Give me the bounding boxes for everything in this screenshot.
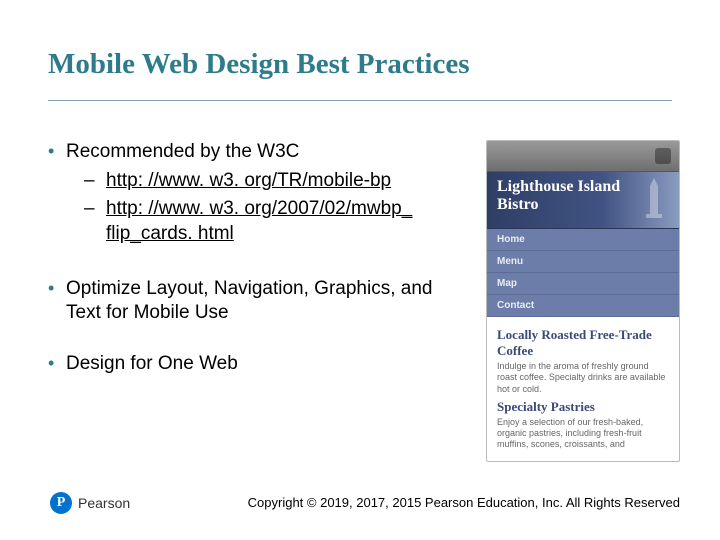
bullet-one-web: • Design for One Web — [48, 352, 468, 377]
bullet-dot-icon: • — [48, 277, 66, 326]
sublist: – http: //www. w3. org/TR/mobile-bp – ht… — [84, 169, 468, 247]
bullet-w3c-text: Recommended by the W3C — [66, 141, 299, 162]
sublink-1: – http: //www. w3. org/TR/mobile-bp — [84, 169, 468, 194]
nav-map[interactable]: Map — [487, 273, 679, 295]
hero-line2: Bistro — [497, 196, 538, 213]
bullet-w3c: • Recommended by the W3C – http: //www. … — [48, 140, 468, 251]
title-underline — [48, 100, 672, 101]
dash-icon: – — [84, 197, 106, 246]
nav-menu[interactable]: Menu — [487, 251, 679, 273]
phone-statusbar — [487, 141, 679, 172]
link-mobile-bp[interactable]: http: //www. w3. org/TR/mobile-bp — [106, 170, 391, 191]
phone-hero: Lighthouse Island Bistro — [487, 172, 679, 229]
pearson-logo: P Pearson — [50, 492, 130, 514]
bullet-dot-icon: • — [48, 352, 66, 377]
link-mwbp-line1[interactable]: http: //www. w3. org/2007/02/mwbp_ — [106, 198, 412, 219]
bullet-optimize-text: Optimize Layout, Navigation, Graphics, a… — [66, 277, 468, 326]
dash-icon: – — [84, 169, 106, 194]
bullet-dot-icon: • — [48, 140, 66, 251]
lighthouse-icon — [637, 176, 671, 218]
phone-body: Locally Roasted Free-Trade Coffee Indulg… — [487, 317, 679, 460]
content-area: • Recommended by the W3C – http: //www. … — [48, 140, 468, 389]
section1-body: Indulge in the aroma of freshly ground r… — [497, 361, 669, 395]
section1-heading: Locally Roasted Free-Trade Coffee — [497, 327, 669, 359]
sublink-2: – http: //www. w3. org/2007/02/mwbp_ fli… — [84, 197, 468, 246]
phone-nav: Home Menu Map Contact — [487, 229, 679, 317]
slide: Mobile Web Design Best Practices • Recom… — [0, 0, 720, 540]
bullet-optimize: • Optimize Layout, Navigation, Graphics,… — [48, 277, 468, 326]
hero-line1: Lighthouse Island — [497, 178, 620, 195]
pearson-brand-text: Pearson — [78, 495, 130, 511]
section2-body: Enjoy a selection of our fresh-baked, or… — [497, 417, 669, 451]
link-mwbp-line2[interactable]: flip_cards. html — [106, 223, 234, 244]
pearson-badge-icon: P — [50, 492, 72, 514]
slide-title: Mobile Web Design Best Practices — [48, 48, 470, 81]
nav-contact[interactable]: Contact — [487, 295, 679, 317]
nav-home[interactable]: Home — [487, 229, 679, 251]
copyright-text: Copyright © 2019, 2017, 2015 Pearson Edu… — [248, 495, 680, 510]
bullet-one-web-text: Design for One Web — [66, 352, 468, 377]
mobile-preview: Lighthouse Island Bistro Home Menu Map C… — [486, 140, 680, 462]
statusbar-button-icon — [655, 148, 671, 164]
section2-heading: Specialty Pastries — [497, 399, 669, 415]
bullet-text: Recommended by the W3C – http: //www. w3… — [66, 140, 468, 251]
